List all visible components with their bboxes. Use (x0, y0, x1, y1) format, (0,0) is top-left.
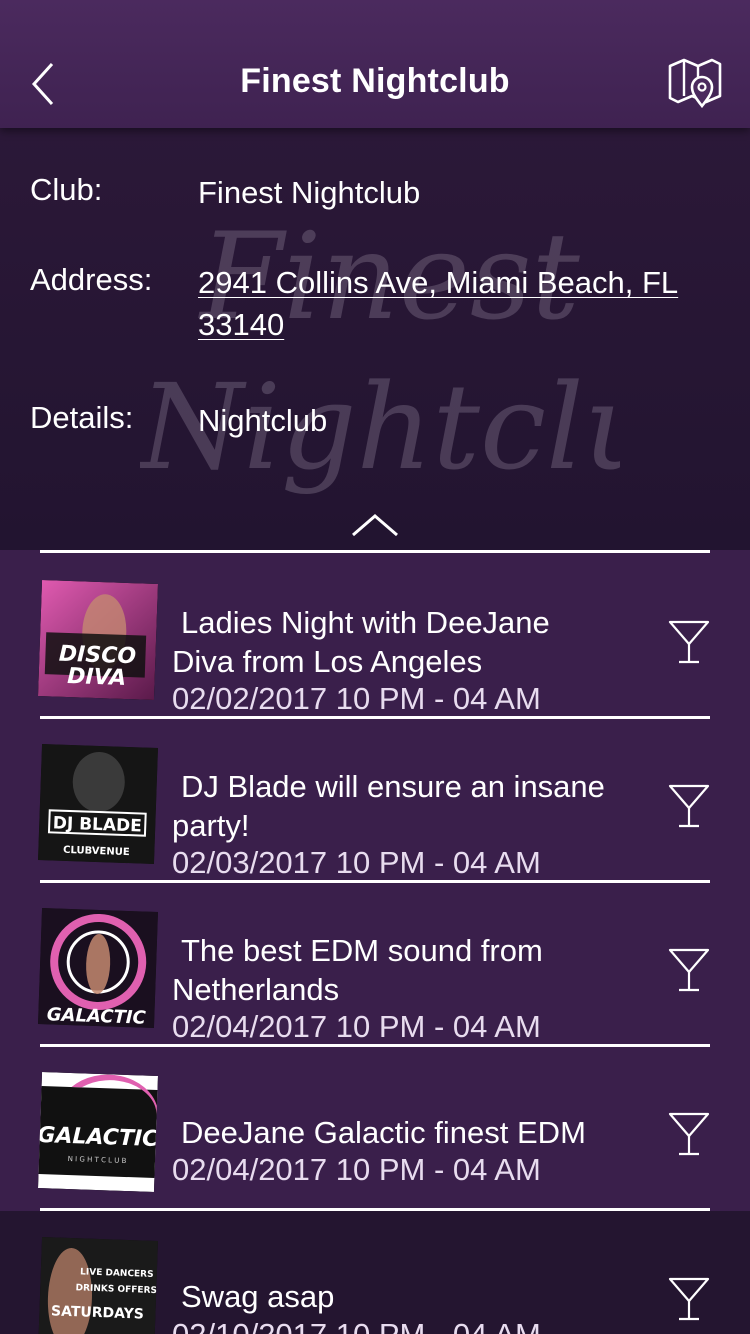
club-logo-watermark: Finest Nightclub (140, 208, 620, 496)
club-info-panel: Finest Nightclub Club: Finest Nightclub … (0, 128, 750, 550)
cocktail-icon (668, 1112, 710, 1156)
event-flyer-image: LIVE DANCERS DRINKS OFFERS SATURDAYS (38, 1237, 158, 1334)
svg-text:GALACTIC: GALACTIC (38, 1123, 158, 1152)
event-flyer-image: GALACTIC N I G H T C L U B (38, 1072, 158, 1192)
event-date: 02/10/2017 10 PM - 04 AM (172, 1317, 541, 1334)
cocktail-icon (668, 620, 710, 664)
event-title: Ladies Night with DeeJane Diva from Los … (172, 605, 550, 679)
event-flyer-image: DISCO DIVA (38, 580, 158, 700)
address-link[interactable]: 2941 Collins Ave, Miami Beach, FL 33140 (198, 262, 718, 346)
svg-text:CLUBVENUE: CLUBVENUE (63, 845, 130, 858)
event-list: DISCO DIVA Ladies Night with DeeJane Div… (0, 550, 750, 1334)
event-row[interactable]: GALACTIC The best EDM sound from Netherl… (0, 882, 750, 1046)
cocktail-icon (668, 1277, 710, 1321)
event-thumbnail: GALACTIC (38, 908, 158, 1028)
event-title: DeeJane Galactic finest EDM (181, 1115, 586, 1150)
page-title: Finest Nightclub (240, 62, 510, 100)
event-thumbnail: DISCO DIVA (38, 580, 158, 700)
svg-text:DJ BLADE: DJ BLADE (52, 813, 142, 836)
chevron-up-icon (352, 514, 398, 537)
event-flyer-image: GALACTIC (38, 908, 158, 1028)
event-flyer-image: DJ BLADE CLUBVENUE (38, 744, 158, 864)
cocktail-icon (668, 784, 710, 828)
map-button[interactable] (666, 54, 724, 110)
event-thumbnail: GALACTIC N I G H T C L U B (38, 1072, 158, 1192)
event-row[interactable]: DJ BLADE CLUBVENUE DJ Blade will ensure … (0, 718, 750, 882)
event-title: DJ Blade will ensure an insane party! (172, 769, 605, 843)
svg-text:SATURDAYS: SATURDAYS (51, 1303, 144, 1322)
event-date: 02/02/2017 10 PM - 04 AM (172, 681, 541, 716)
nav-bar: Finest Nightclub (0, 0, 750, 128)
event-row[interactable]: GALACTIC N I G H T C L U B DeeJane Galac… (0, 1046, 750, 1210)
event-date: 02/04/2017 10 PM - 04 AM (172, 1009, 541, 1044)
details-label: Details: (30, 400, 134, 435)
event-row[interactable]: LIVE DANCERS DRINKS OFFERS SATURDAYS Swa… (0, 1211, 750, 1334)
event-row[interactable]: DISCO DIVA Ladies Night with DeeJane Div… (0, 554, 750, 718)
svg-text:DIVA: DIVA (67, 664, 127, 691)
address-label: Address: (30, 262, 153, 297)
details-value: Nightclub (198, 403, 328, 438)
cocktail-icon (668, 948, 710, 992)
event-title: The best EDM sound from Netherlands (172, 933, 543, 1007)
svg-text:GALACTIC: GALACTIC (46, 1004, 146, 1028)
event-thumbnail: LIVE DANCERS DRINKS OFFERS SATURDAYS (38, 1237, 158, 1334)
club-value: Finest Nightclub (198, 175, 421, 210)
event-thumbnail: DJ BLADE CLUBVENUE (38, 744, 158, 864)
event-date: 02/03/2017 10 PM - 04 AM (172, 845, 541, 880)
list-divider (40, 550, 710, 553)
event-title: Swag asap (181, 1279, 335, 1314)
map-pin-icon (668, 58, 722, 109)
collapse-button[interactable] (350, 510, 400, 540)
club-label: Club: (30, 172, 103, 207)
event-date: 02/04/2017 10 PM - 04 AM (172, 1152, 541, 1187)
